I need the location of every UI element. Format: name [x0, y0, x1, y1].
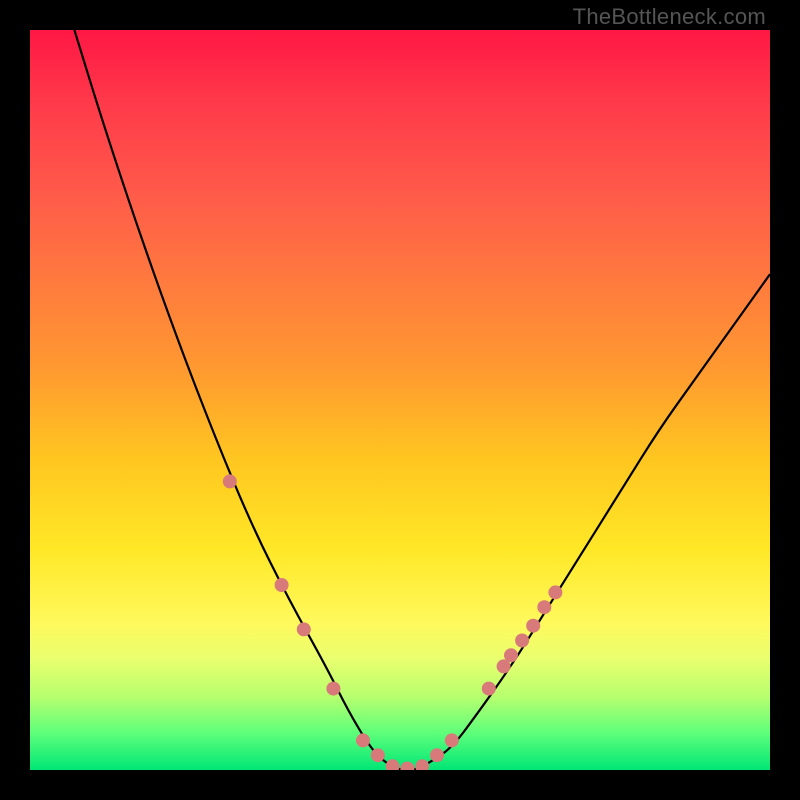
marker-dot — [445, 733, 459, 747]
marker-dot — [223, 474, 237, 488]
marker-dot — [430, 748, 444, 762]
chart-frame: TheBottleneck.com — [0, 0, 800, 800]
plot-area — [30, 30, 770, 770]
marker-dot — [386, 759, 400, 770]
marker-dot — [326, 682, 340, 696]
chart-svg — [30, 30, 770, 770]
marker-dot — [515, 634, 529, 648]
watermark-text: TheBottleneck.com — [573, 4, 766, 30]
marker-dot — [504, 648, 518, 662]
marker-dot — [482, 682, 496, 696]
marker-dot — [297, 622, 311, 636]
marker-dot — [275, 578, 289, 592]
marker-dot — [526, 619, 540, 633]
marker-dot — [415, 759, 429, 770]
marker-dot — [548, 585, 562, 599]
marker-dot — [400, 762, 414, 771]
bottleneck-curve — [74, 30, 770, 770]
marker-dots — [223, 474, 563, 770]
marker-dot — [371, 748, 385, 762]
marker-dot — [356, 733, 370, 747]
marker-dot — [537, 600, 551, 614]
